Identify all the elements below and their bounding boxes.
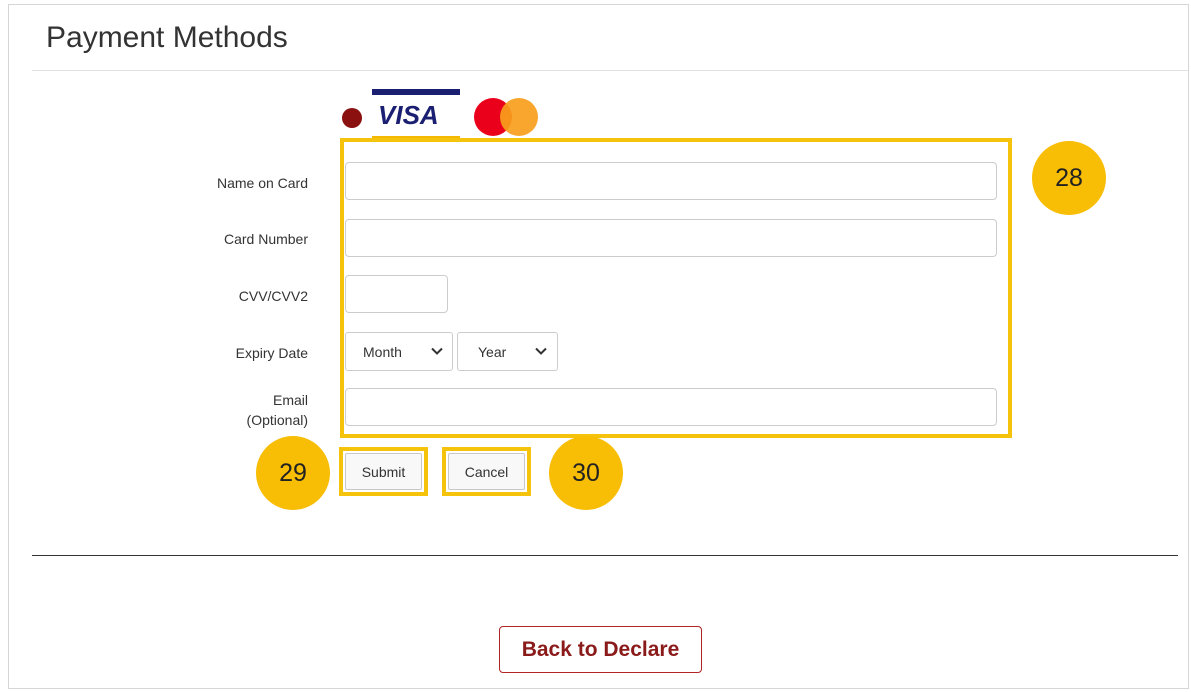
card-dot-icon[interactable] — [342, 108, 362, 128]
submit-button[interactable]: Submit — [345, 453, 422, 490]
page-title: Payment Methods — [46, 21, 288, 54]
visa-icon[interactable]: VISA — [372, 86, 460, 142]
expiry-date-label: Expiry Date — [235, 345, 308, 361]
visa-top-bar — [372, 89, 460, 95]
expiry-month-value: Month — [363, 344, 402, 360]
name-on-card-label: Name on Card — [216, 175, 308, 191]
title-divider — [32, 70, 1188, 71]
chevron-down-icon — [535, 347, 547, 355]
expiry-year-value: Year — [478, 344, 507, 360]
chevron-down-icon — [431, 347, 443, 355]
email-label: Email (Optional) — [247, 390, 308, 430]
visa-logo-text: VISA — [378, 100, 439, 130]
callout-badge-28: 28 — [1032, 141, 1106, 215]
mastercard-orange-circle — [500, 98, 538, 136]
cvv-label: CVV/CVV2 — [238, 288, 308, 304]
section-divider — [32, 555, 1178, 556]
mastercard-icon[interactable] — [474, 98, 540, 136]
email-label-line1: Email — [272, 392, 308, 408]
submit-highlight: Submit — [339, 447, 428, 496]
expiry-month-select[interactable]: Month — [345, 332, 453, 371]
cancel-highlight: Cancel — [442, 447, 531, 496]
name-on-card-input[interactable] — [345, 162, 997, 200]
cancel-button[interactable]: Cancel — [448, 453, 525, 490]
callout-badge-30: 30 — [549, 436, 623, 510]
card-number-label: Card Number — [223, 231, 308, 247]
expiry-year-select[interactable]: Year — [457, 332, 558, 371]
card-type-selector: VISA — [340, 86, 550, 142]
callout-badge-29: 29 — [256, 436, 330, 510]
card-number-input[interactable] — [345, 219, 997, 257]
email-label-line2: (Optional) — [246, 412, 308, 428]
email-input[interactable] — [345, 388, 997, 426]
back-to-declare-button[interactable]: Back to Declare — [499, 626, 702, 673]
cvv-input[interactable] — [345, 275, 448, 313]
